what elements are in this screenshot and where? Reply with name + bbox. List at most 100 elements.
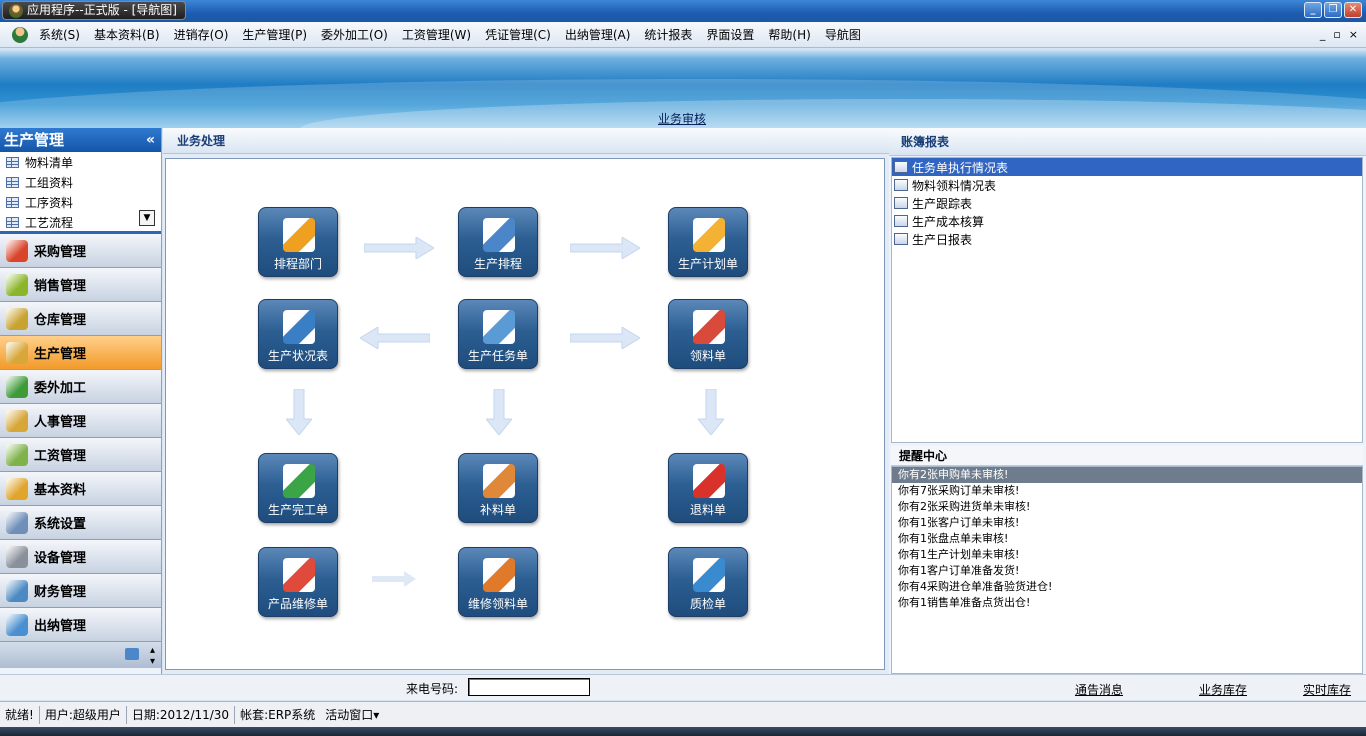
report-item[interactable]: 生产成本核算 [892,212,1362,230]
menu-interface[interactable]: 界面设置 [699,22,761,48]
restore-icon[interactable]: ❐ [1324,2,1342,18]
mdi-controls: _ ▫ × [1320,22,1358,48]
report-label: 生产成本核算 [912,214,985,229]
module-icon [6,477,28,500]
report-item[interactable]: 生产日报表 [892,230,1362,248]
module-item[interactable]: 委外加工 [0,370,161,404]
module-item[interactable]: 销售管理 [0,268,161,302]
reminder-item[interactable]: 你有7张采购订单未审核! [892,483,1362,499]
module-item[interactable]: 出纳管理 [0,608,161,642]
business-audit-link[interactable]: 业务审核 [658,110,706,127]
left-panel-header: 生产管理 « [0,128,161,152]
production-status-node[interactable]: 生产状况表 [258,299,338,369]
product-repair-node[interactable]: 产品维修单 [258,547,338,617]
menu-cashier[interactable]: 出纳管理(A) [558,22,638,48]
report-icon [894,215,908,227]
sub-item-routing[interactable]: 工艺流程 [0,212,161,231]
node-label: 补料单 [479,503,516,517]
reminder-item[interactable]: 你有2张申购单未审核! [892,467,1362,483]
module-item[interactable]: 设备管理 [0,540,161,574]
minimize-icon[interactable]: _ [1304,2,1322,18]
module-item[interactable]: 人事管理 [0,404,161,438]
module-icon [6,341,28,364]
reminder-item[interactable]: 你有1张客户订单未审核! [892,515,1362,531]
schedule-dept-node[interactable]: 排程部门 [258,207,338,277]
caller-number-input[interactable] [468,678,590,696]
sub-item-bom[interactable]: 物料清单 [0,152,161,172]
reminder-item[interactable]: 你有2张采购进货单未审核! [892,499,1362,515]
menu-reports[interactable]: 统计报表 [637,22,699,48]
production-plan-node[interactable]: 生产计划单 [668,207,748,277]
module-icon [6,375,28,398]
node-label: 生产计划单 [677,257,738,271]
left-panel: 生产管理 « 物料清单 工组资料 工序资料 工艺流程 ▼ 采购管理 销售管理 仓库管… [0,128,162,674]
module-item[interactable]: 工资管理 [0,438,161,472]
module-item[interactable]: 财务管理 [0,574,161,608]
sub-item-label: 物料清单 [25,155,74,170]
module-item[interactable]: 生产管理 [0,336,161,370]
announcement-link[interactable]: 通告消息 [1075,681,1123,698]
node-label: 产品维修单 [267,597,328,611]
production-task-node[interactable]: 生产任务单 [458,299,538,369]
reminder-item[interactable]: 你有1张盘点单未审核! [892,531,1362,547]
mdi-minimize-icon[interactable]: _ [1320,22,1326,48]
menu-voucher[interactable]: 凭证管理(C) [478,22,558,48]
menu-system[interactable]: 系统(S) [32,22,87,48]
menu-basic-data[interactable]: 基本资料(B) [87,22,167,48]
module-label: 人事管理 [34,415,87,430]
scroll-down-icon[interactable]: ▼ [139,210,155,226]
module-label: 设备管理 [34,551,87,566]
app-icon [9,3,23,18]
window-title: 应用程序--正式版 - [导航图] [27,3,177,17]
production-schedule-icon [483,218,515,252]
production-completion-node[interactable]: 生产完工单 [258,453,338,523]
report-item[interactable]: 任务单执行情况表 [892,158,1362,176]
business-processing-header: 业务处理 [163,128,889,154]
mdi-restore-icon[interactable]: ▫ [1333,22,1340,48]
material-return-node[interactable]: 退料单 [668,453,748,523]
flow-canvas: 排程部门 生产排程 生产计划单生产状况表 生产任务单 领料单生产完工单 补料单 退料单产品维… [165,158,885,670]
menu-help[interactable]: 帮助(H) [761,22,817,48]
menu-salary[interactable]: 工资管理(W) [395,22,478,48]
reminder-item[interactable]: 你有4采购进仓单准备验货进仓! [892,579,1362,595]
module-item[interactable]: 仓库管理 [0,302,161,336]
active-window-dropdown[interactable]: 活动窗口▾ [320,706,384,724]
module-item[interactable]: 采购管理 [0,234,161,268]
mdi-close-icon[interactable]: × [1349,22,1358,48]
sub-item-workgroup[interactable]: 工组资料 [0,172,161,192]
report-item[interactable]: 物料领料情况表 [892,176,1362,194]
submodule-list: 物料清单 工组资料 工序资料 工艺流程 ▼ [0,152,161,234]
reminder-item[interactable]: 你有1生产计划单未审核! [892,547,1362,563]
repair-requisition-node[interactable]: 维修领料单 [458,547,538,617]
more-chevron-icon[interactable]: ▴ ▾ [150,645,155,667]
module-label: 出纳管理 [34,619,87,634]
report-item[interactable]: 生产跟踪表 [892,194,1362,212]
menu-inventory[interactable]: 进销存(O) [167,22,236,48]
material-supplement-node[interactable]: 补料单 [458,453,538,523]
reminder-item[interactable]: 你有1销售单准备点货出仓! [892,595,1362,611]
material-requisition-node[interactable]: 领料单 [668,299,748,369]
module-item[interactable]: 系统设置 [0,506,161,540]
grid-icon [6,216,19,228]
module-label: 基本资料 [34,483,87,498]
realtime-stock-link[interactable]: 实时库存 [1303,681,1351,698]
menu-outsourcing[interactable]: 委外加工(O) [314,22,395,48]
production-schedule-node[interactable]: 生产排程 [458,207,538,277]
schedule-dept-icon [283,218,315,252]
panel-options-icon[interactable] [125,648,139,660]
flow-arrow-down-icon [486,389,512,435]
close-icon[interactable]: ✕ [1344,2,1362,18]
os-taskbar [0,727,1366,736]
flow-arrow-down-icon [698,389,724,435]
menu-production[interactable]: 生产管理(P) [235,22,314,48]
quality-check-node[interactable]: 质检单 [668,547,748,617]
module-label: 工资管理 [34,449,87,464]
report-label: 生产跟踪表 [912,196,973,211]
reminder-item[interactable]: 你有1客户订单准备发货! [892,563,1362,579]
module-item[interactable]: 基本资料 [0,472,161,506]
menu-navigation[interactable]: 导航图 [818,22,868,48]
grid-icon [6,176,19,188]
collapse-icon[interactable]: « [146,128,155,152]
sub-item-process[interactable]: 工序资料 [0,192,161,212]
business-stock-link[interactable]: 业务库存 [1199,681,1247,698]
